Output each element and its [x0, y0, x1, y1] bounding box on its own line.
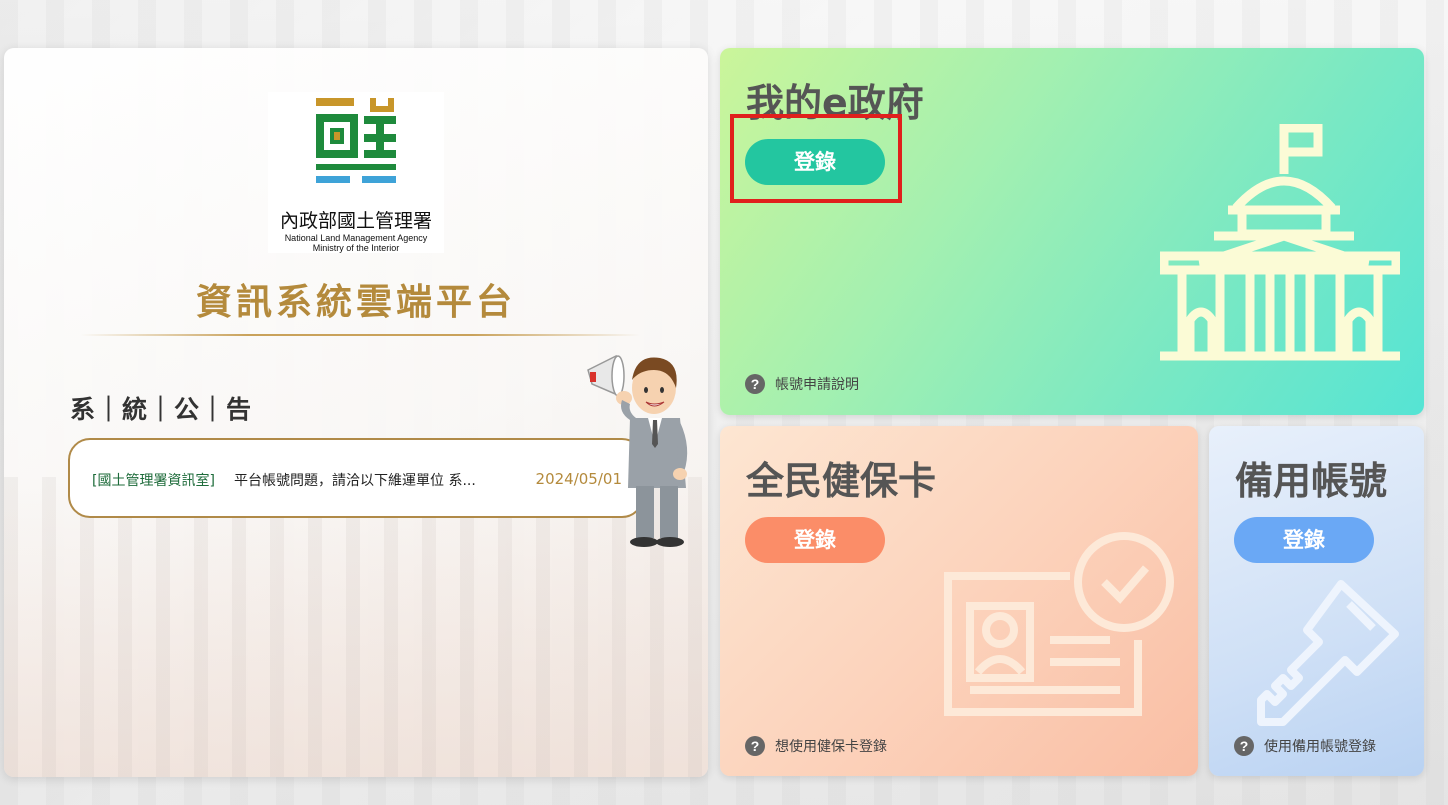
- announcements-heading: 系｜統｜公｜告: [70, 395, 253, 424]
- title-divider: [80, 334, 640, 336]
- announcement-source: [國土管理署資訊室]: [92, 473, 215, 489]
- announcement-item[interactable]: [國土管理署資訊室] 平台帳號問題，請洽以下維運單位 系... 2024/05/…: [68, 438, 644, 518]
- ministry-name-en: Ministry of the Interior: [312, 243, 400, 253]
- government-building-icon: [1160, 124, 1400, 361]
- help-question-icon: ?: [745, 736, 765, 756]
- info-panel: 內政部國土管理署 National Land Management Agency…: [4, 48, 708, 777]
- egov-login-button[interactable]: 登錄: [745, 139, 885, 185]
- megaphone-mascot-icon: [587, 354, 688, 547]
- agency-emblem-icon: [316, 98, 396, 183]
- nhi-help-link[interactable]: ? 想使用健保卡登錄: [745, 736, 887, 756]
- id-card-check-icon: [944, 532, 1174, 716]
- egov-help-label: 帳號申請說明: [775, 377, 859, 393]
- egov-help-link[interactable]: ? 帳號申請說明: [745, 374, 859, 394]
- nhi-help-label: 想使用健保卡登錄: [775, 739, 887, 755]
- nhi-card-login-card: 全民健保卡 登錄 ? 想使用健保卡登錄: [720, 426, 1198, 776]
- backup-card-title: 備用帳號: [1235, 459, 1388, 503]
- help-question-icon: ?: [1234, 736, 1254, 756]
- nhi-login-button[interactable]: 登錄: [745, 517, 885, 563]
- agency-logo: 內政部國土管理署 National Land Management Agency…: [268, 92, 444, 253]
- backup-account-login-card: 備用帳號 登錄 ? 使用備用帳號登錄: [1209, 426, 1424, 776]
- help-question-icon: ?: [745, 374, 765, 394]
- backup-help-label: 使用備用帳號登錄: [1264, 739, 1376, 755]
- egov-card-title: 我的e政府: [746, 81, 924, 125]
- announcement-text[interactable]: 平台帳號問題，請洽以下維運單位 系...: [234, 470, 514, 490]
- backup-help-link[interactable]: ? 使用備用帳號登錄: [1234, 736, 1376, 756]
- key-icon: [1257, 580, 1399, 726]
- agency-name-en: National Land Management Agency: [284, 233, 428, 243]
- nhi-card-title: 全民健保卡: [746, 459, 937, 503]
- backup-login-button[interactable]: 登錄: [1234, 517, 1374, 563]
- egov-login-card: 我的e政府 登錄 ? 帳號申請說明: [720, 48, 1424, 415]
- platform-title: 資訊系統雲端平台: [195, 282, 516, 323]
- agency-name-zh: 內政部國土管理署: [279, 210, 432, 232]
